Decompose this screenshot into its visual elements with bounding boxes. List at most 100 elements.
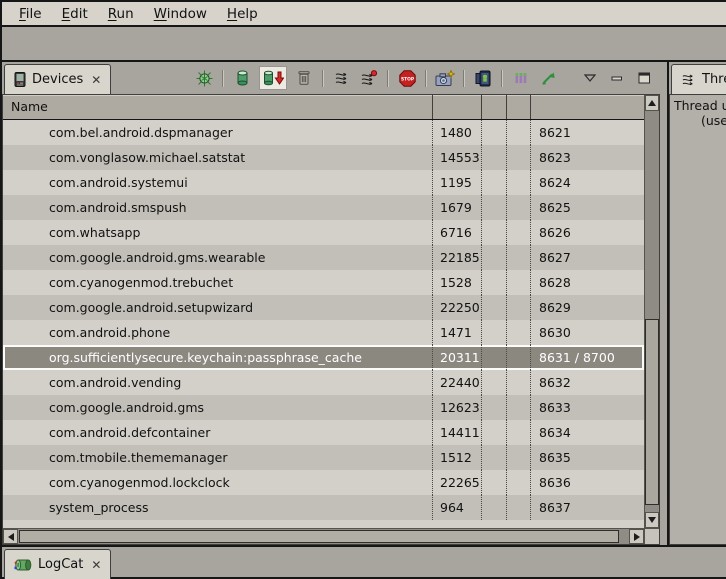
view-menu-icon[interactable] <box>580 67 600 89</box>
scroll-up-button[interactable] <box>645 95 659 111</box>
empty-cell <box>482 220 507 245</box>
svg-text:STOP: STOP <box>400 76 414 82</box>
scroll-right-button[interactable] <box>629 529 644 544</box>
dump-hprof-icon[interactable] <box>259 66 287 90</box>
process-port: 8637 <box>531 495 644 520</box>
table-row[interactable]: system_process 964 8637 <box>3 495 644 520</box>
table-row[interactable]: com.google.android.gms.wearable 22185 86… <box>3 245 644 270</box>
process-pid: 22185 <box>433 245 482 270</box>
empty-cell <box>482 120 507 145</box>
device-screen-icon[interactable] <box>473 67 493 89</box>
maximize-icon[interactable] <box>634 67 654 89</box>
process-pid: 1528 <box>433 270 482 295</box>
tab-logcat[interactable]: LogCat ✕ <box>4 549 111 579</box>
threads-icon <box>681 72 696 87</box>
table-row[interactable]: com.tmobile.thememanager 1512 8635 <box>3 445 644 470</box>
column-header-empty[interactable] <box>482 95 507 119</box>
column-header-pid[interactable] <box>433 95 482 119</box>
main-area: Devices ✕ <box>2 62 726 545</box>
process-port: 8621 <box>531 120 644 145</box>
column-header-port[interactable] <box>531 95 644 119</box>
process-pid: 12623 <box>433 395 482 420</box>
table-row[interactable]: com.vonglasow.michael.satstat 14553 8623 <box>3 145 644 170</box>
process-name: com.google.android.setupwizard <box>3 295 433 320</box>
empty-cell <box>482 245 507 270</box>
empty-cell <box>507 370 531 395</box>
devices-view: Devices ✕ <box>2 62 660 545</box>
opengl-trace-icon[interactable] <box>538 67 558 89</box>
empty-cell <box>482 195 507 220</box>
menu-item[interactable]: Run <box>98 4 144 24</box>
menu-item[interactable]: Edit <box>52 4 98 24</box>
systrace-icon[interactable] <box>511 67 531 89</box>
vertical-scrollbar-thumb[interactable] <box>645 319 659 505</box>
scrollbar-corner <box>644 528 659 544</box>
close-icon[interactable]: ✕ <box>91 73 101 87</box>
debug-process-icon[interactable] <box>194 67 214 89</box>
process-name: com.bel.android.dspmanager <box>3 120 433 145</box>
empty-cell <box>482 270 507 295</box>
update-threads-icon[interactable] <box>332 67 352 89</box>
scroll-left-button[interactable] <box>3 529 18 544</box>
devices-tabbar: Devices ✕ <box>2 62 660 94</box>
start-method-profiling-icon[interactable] <box>359 67 379 89</box>
view-sash[interactable] <box>660 62 667 545</box>
table-row[interactable]: com.cyanogenmod.lockclock 22265 8636 <box>3 470 644 495</box>
empty-cell <box>507 195 531 220</box>
process-port: 8629 <box>531 295 644 320</box>
process-port: 8626 <box>531 220 644 245</box>
column-header-empty[interactable] <box>507 95 531 119</box>
table-row[interactable]: com.android.smspush 1679 8625 <box>3 195 644 220</box>
empty-cell <box>507 295 531 320</box>
table-row[interactable]: com.android.defcontainer 14411 8634 <box>3 420 644 445</box>
process-pid: 1512 <box>433 445 482 470</box>
process-name: com.android.vending <box>3 370 433 395</box>
horizontal-scrollbar-thumb[interactable] <box>19 530 619 543</box>
table-row[interactable]: com.bel.android.dspmanager 1480 8621 <box>3 120 644 145</box>
toolbar-separator <box>322 70 324 87</box>
process-port: 8628 <box>531 270 644 295</box>
process-name: com.android.phone <box>3 320 433 345</box>
empty-cell <box>482 145 507 170</box>
empty-cell <box>507 470 531 495</box>
column-header-name[interactable]: Name <box>3 95 433 119</box>
process-port: 8631 / 8700 <box>531 345 644 370</box>
menu-item[interactable]: Window <box>144 4 217 24</box>
empty-cell <box>482 295 507 320</box>
update-heap-icon[interactable] <box>232 67 252 89</box>
menu-bar: File Edit Run Window Help <box>2 2 726 27</box>
process-pid: 6716 <box>433 220 482 245</box>
empty-cell <box>482 395 507 420</box>
stop-process-icon[interactable]: STOP <box>397 67 417 89</box>
process-pid: 22440 <box>433 370 482 395</box>
tab-devices[interactable]: Devices ✕ <box>4 64 111 94</box>
process-port: 8624 <box>531 170 644 195</box>
empty-cell <box>482 495 507 520</box>
process-name: com.cyanogenmod.trebuchet <box>3 270 433 295</box>
table-row[interactable]: com.android.systemui 1195 8624 <box>3 170 644 195</box>
table-row[interactable]: com.whatsapp 6716 8626 <box>3 220 644 245</box>
table-header[interactable]: Name <box>3 95 644 120</box>
cause-gc-icon[interactable] <box>294 67 314 89</box>
table-row[interactable]: com.android.phone 1471 8630 <box>3 320 644 345</box>
screen-capture-icon[interactable] <box>435 67 455 89</box>
table-row[interactable]: com.google.android.gms 12623 8633 <box>3 395 644 420</box>
logcat-view-strip: LogCat ✕ <box>2 545 726 577</box>
devices-toolbar: STOP <box>194 65 654 91</box>
tab-threads[interactable]: Threads <box>671 64 726 94</box>
vertical-scrollbar[interactable] <box>644 95 659 528</box>
scroll-down-button[interactable] <box>645 512 659 528</box>
process-name: system_process <box>3 495 433 520</box>
menu-item[interactable]: File <box>9 4 52 24</box>
horizontal-scrollbar[interactable] <box>3 528 644 544</box>
table-row[interactable]: com.cyanogenmod.trebuchet 1528 8628 <box>3 270 644 295</box>
table-row[interactable]: com.android.vending 22440 8632 <box>3 370 644 395</box>
minimize-icon[interactable] <box>607 67 627 89</box>
table-row[interactable]: org.sufficientlysecure.keychain:passphra… <box>3 345 644 370</box>
table-row[interactable]: com.google.android.setupwizard 22250 862… <box>3 295 644 320</box>
menu-item[interactable]: Help <box>217 4 268 24</box>
process-name: com.cyanogenmod.lockclock <box>3 470 433 495</box>
process-name: com.android.defcontainer <box>3 420 433 445</box>
close-icon[interactable]: ✕ <box>91 558 101 572</box>
empty-cell <box>482 345 507 370</box>
